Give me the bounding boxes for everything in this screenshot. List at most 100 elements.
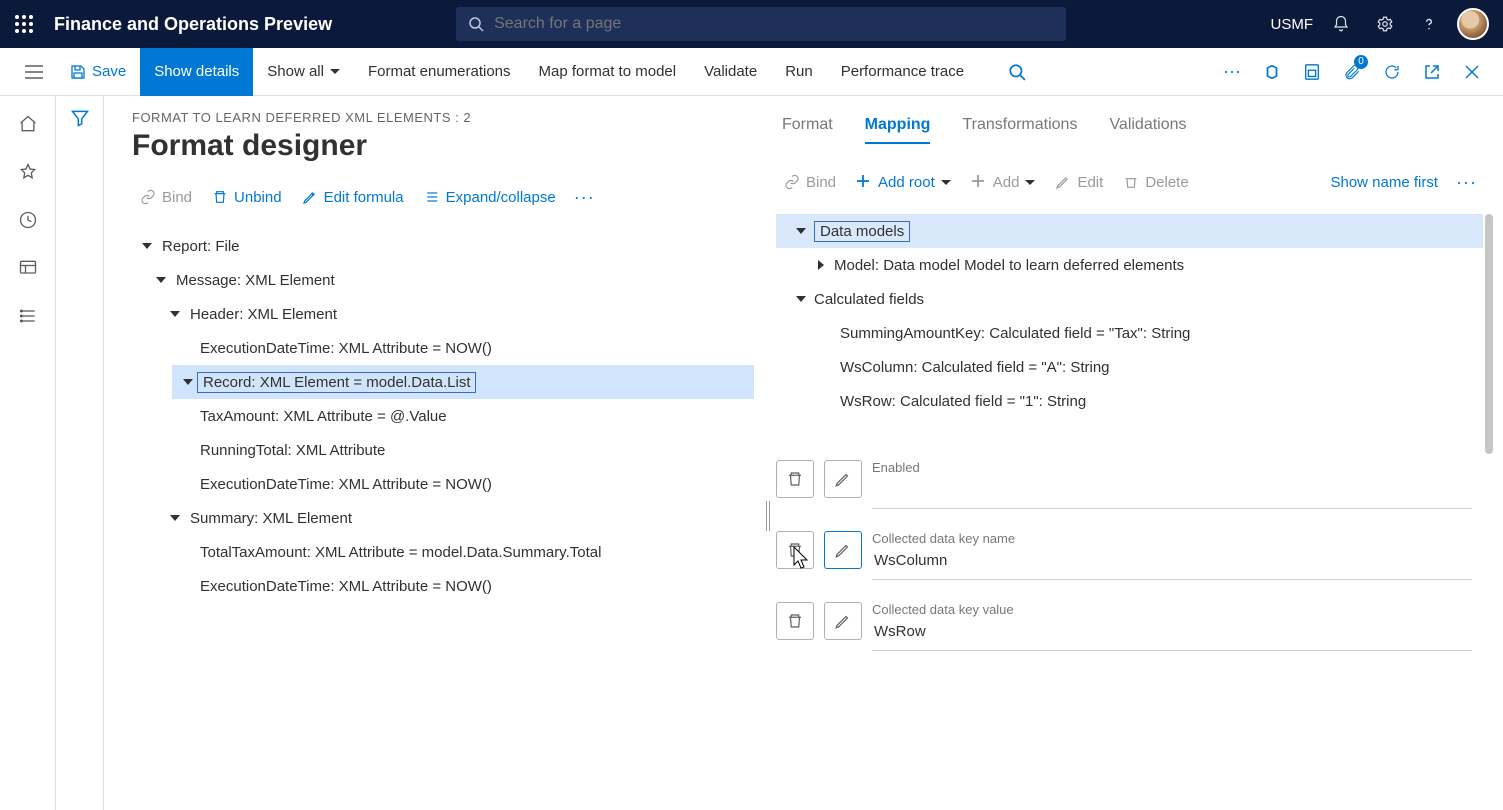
property-row: Enabled [776, 460, 1483, 509]
edit-formula-button[interactable]: Edit formula [294, 185, 412, 210]
tree-node[interactable]: Message: XML Element [146, 263, 754, 297]
show-all-button[interactable]: Show all [253, 48, 354, 96]
notifications-icon[interactable] [1319, 0, 1363, 48]
rail-workspaces-icon[interactable] [6, 246, 50, 290]
nav-toggle-icon[interactable] [12, 48, 56, 96]
show-details-button[interactable]: Show details [140, 48, 253, 96]
command-search-icon[interactable] [998, 52, 1036, 92]
tree-node[interactable]: Report: File [132, 229, 754, 263]
tab-mapping[interactable]: Mapping [865, 110, 931, 144]
rail-home-icon[interactable] [6, 102, 50, 146]
tree-node[interactable]: RunningTotal: XML Attribute [188, 433, 754, 467]
mapping-more-icon[interactable]: ··· [1450, 168, 1483, 197]
command-bar: Save Show details Show all Format enumer… [0, 48, 1503, 96]
collapse-icon[interactable] [166, 305, 184, 323]
collapse-icon[interactable] [138, 237, 156, 255]
tree-node[interactable]: Calculated fields [776, 282, 1483, 316]
expand-collapse-button[interactable]: Expand/collapse [416, 185, 564, 210]
refresh-icon[interactable] [1373, 52, 1411, 92]
prop-edit-icon[interactable] [824, 460, 862, 498]
breadcrumb: FORMAT TO LEARN DEFERRED XML ELEMENTS : … [132, 110, 754, 125]
mouse-cursor-icon [790, 545, 812, 571]
close-icon[interactable] [1453, 52, 1491, 92]
link-icon [784, 174, 800, 190]
unbind-button[interactable]: Unbind [204, 185, 290, 210]
save-icon [70, 64, 86, 80]
tree-node[interactable]: Summary: XML Element [160, 501, 754, 535]
page-title: Format designer [132, 129, 754, 163]
property-row: Collected data key name WsColumn [776, 531, 1483, 580]
rail-recent-icon[interactable] [6, 198, 50, 242]
performance-trace-button[interactable]: Performance trace [827, 48, 978, 96]
user-avatar[interactable] [1457, 8, 1489, 40]
bind-button[interactable]: Bind [776, 170, 844, 195]
pane-splitter[interactable] [764, 96, 776, 810]
run-button[interactable]: Run [771, 48, 827, 96]
format-toolbar: Bind Unbind Edit formula Expand/collapse… [132, 179, 754, 215]
tree-node[interactable]: ExecutionDateTime: XML Attribute = NOW() [188, 569, 754, 603]
app-launcher-icon[interactable] [0, 0, 48, 48]
settings-icon[interactable] [1363, 0, 1407, 48]
tree-node[interactable]: ExecutionDateTime: XML Attribute = NOW() [188, 331, 754, 365]
validate-button[interactable]: Validate [690, 48, 771, 96]
tree-node-selected[interactable]: Record: XML Element = model.Data.List [172, 365, 754, 399]
mapping-toolbar: Bind Add root Add Edit Delete Show name … [776, 164, 1483, 200]
show-name-first-button[interactable]: Show name first [1322, 170, 1446, 195]
tree-node[interactable]: Header: XML Element [160, 297, 754, 331]
office-addin-icon[interactable] [1253, 52, 1291, 92]
delete-icon [1123, 174, 1139, 190]
tab-strip: Format Mapping Transformations Validatio… [776, 110, 1483, 144]
format-more-icon[interactable]: ··· [568, 183, 601, 212]
tree-node[interactable]: TaxAmount: XML Attribute = @.Value [188, 399, 754, 433]
attachments-icon[interactable]: 0 [1333, 52, 1371, 92]
collapse-icon[interactable] [792, 290, 810, 308]
help-icon[interactable] [1407, 0, 1451, 48]
search-input[interactable] [494, 15, 1054, 33]
open-ms-office-icon[interactable] [1293, 52, 1331, 92]
rail-modules-icon[interactable] [6, 294, 50, 338]
collapse-icon[interactable] [792, 222, 810, 240]
add-button[interactable]: Add [963, 170, 1044, 195]
tree-node[interactable]: Model: Data model Model to learn deferre… [776, 248, 1483, 282]
prop-delete-icon[interactable] [776, 602, 814, 640]
bind-button[interactable]: Bind [132, 185, 200, 210]
overflow-menu-icon[interactable]: ··· [1213, 52, 1251, 92]
tab-format[interactable]: Format [782, 110, 833, 144]
tree-node[interactable]: WsRow: Calculated field = "1": String [776, 384, 1483, 418]
add-root-button[interactable]: Add root [848, 170, 959, 195]
company-picker[interactable]: USMF [1265, 16, 1320, 33]
save-button[interactable]: Save [56, 48, 140, 96]
collapse-icon[interactable] [166, 509, 184, 527]
expand-icon[interactable] [812, 256, 830, 274]
popout-icon[interactable] [1413, 52, 1451, 92]
tree-node[interactable]: TotalTaxAmount: XML Attribute = model.Da… [188, 535, 754, 569]
tree-node[interactable]: ExecutionDateTime: XML Attribute = NOW() [188, 467, 754, 501]
collapse-icon[interactable] [152, 271, 170, 289]
plus-icon [856, 174, 872, 190]
filter-icon[interactable] [70, 108, 90, 810]
tab-validations[interactable]: Validations [1109, 110, 1186, 144]
prop-value[interactable] [872, 477, 1472, 509]
prop-delete-icon[interactable] [776, 460, 814, 498]
tree-node-selected[interactable]: Data models [776, 214, 1483, 248]
prop-edit-icon[interactable] [824, 602, 862, 640]
prop-edit-icon[interactable] [824, 531, 862, 569]
global-search[interactable] [456, 7, 1066, 41]
scrollbar[interactable] [1485, 214, 1493, 454]
delete-icon [212, 189, 228, 205]
collapse-icon[interactable] [179, 373, 197, 391]
edit-button[interactable]: Edit [1047, 170, 1111, 195]
prop-value[interactable]: WsRow [872, 619, 1472, 651]
app-title: Finance and Operations Preview [48, 14, 346, 35]
delete-button[interactable]: Delete [1115, 170, 1196, 195]
tree-node[interactable]: WsColumn: Calculated field = "A": String [776, 350, 1483, 384]
format-enumerations-button[interactable]: Format enumerations [354, 48, 525, 96]
tree-node[interactable]: SummingAmountKey: Calculated field = "Ta… [776, 316, 1483, 350]
rail-favorites-icon[interactable] [6, 150, 50, 194]
mapping-tree: Data models Model: Data model Model to l… [776, 214, 1483, 418]
global-header: Finance and Operations Preview USMF [0, 0, 1503, 48]
map-format-button[interactable]: Map format to model [525, 48, 691, 96]
tab-transformations[interactable]: Transformations [962, 110, 1077, 144]
prop-label: Collected data key name [872, 531, 1483, 546]
prop-value[interactable]: WsColumn [872, 548, 1472, 580]
